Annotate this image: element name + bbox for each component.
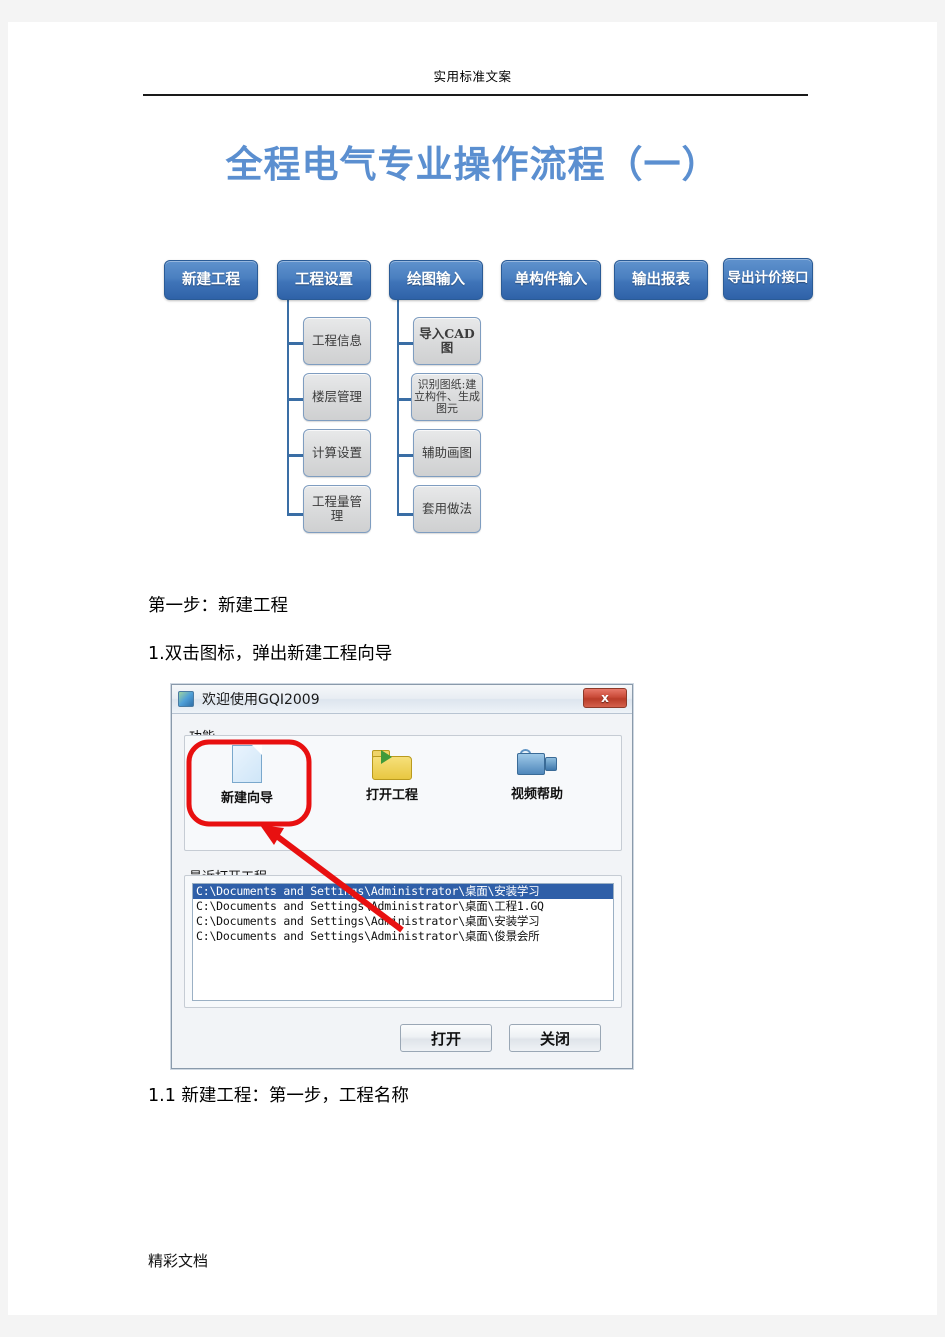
list-item[interactable]: C:\Documents and Settings\Administrator\…: [193, 884, 613, 899]
connector-branch-settings-2: [287, 398, 303, 401]
connector-branch-settings-3: [287, 454, 303, 457]
application-icon: [178, 691, 194, 707]
dialog-titlebar: 欢迎使用GQI2009 x: [172, 685, 632, 714]
function-item-new-wizard[interactable]: 新建向导: [192, 745, 302, 806]
flow-node-identify-drawing[interactable]: 识别图纸:建立构件、生成图元: [411, 373, 483, 421]
flow-node-drawing-input[interactable]: 绘图输入: [389, 260, 483, 300]
close-icon[interactable]: x: [583, 688, 627, 708]
flow-node-assist-drawing[interactable]: 辅助画图: [413, 429, 481, 477]
open-folder-icon: [372, 748, 412, 780]
step-heading: 第一步：新建工程: [148, 596, 288, 616]
document-sheet: 实用标准文案 全程电气专业操作流程（一） 新建工程 工程设置 绘图输入 单构件输…: [8, 22, 937, 1315]
function-item-label: 视频帮助: [510, 787, 563, 802]
function-item-open-project[interactable]: 打开工程: [337, 745, 447, 803]
step-one-one-text: 1.1 新建工程：第一步，工程名称: [148, 1086, 409, 1106]
page-title: 全程电气专业操作流程（一）: [225, 143, 720, 186]
flow-node-floor-management[interactable]: 楼层管理: [303, 373, 371, 421]
function-item-video-help[interactable]: 视频帮助: [482, 745, 592, 802]
list-item[interactable]: C:\Documents and Settings\Administrator\…: [193, 929, 613, 944]
list-item[interactable]: C:\Documents and Settings\Administrator\…: [193, 899, 613, 914]
header-divider: [143, 94, 808, 96]
flow-node-single-component-input[interactable]: 单构件输入: [501, 260, 601, 300]
flow-node-export-pricing-interface[interactable]: 导出计价接口: [723, 258, 813, 300]
close-button[interactable]: 关闭: [509, 1024, 601, 1052]
connector-vertical-settings: [287, 286, 289, 516]
function-item-label: 新建向导: [220, 791, 273, 806]
flow-node-apply-method[interactable]: 套用做法: [413, 485, 481, 533]
workflow-diagram: 新建工程 工程设置 绘图输入 单构件输入 输出报表 导出计价接口 工程信息 楼层…: [158, 254, 838, 544]
flow-node-new-project[interactable]: 新建工程: [164, 260, 258, 300]
step-one-text: 1.双击图标，弹出新建工程向导: [148, 644, 393, 664]
flow-node-quantity-management[interactable]: 工程量管理: [303, 485, 371, 533]
video-camera-icon: [517, 749, 557, 779]
document-page: 实用标准文案 全程电气专业操作流程（一） 新建工程 工程设置 绘图输入 单构件输…: [0, 0, 945, 1337]
connector-branch-drawing-3: [397, 454, 413, 457]
flow-node-output-report[interactable]: 输出报表: [614, 260, 708, 300]
flow-node-calculation-settings[interactable]: 计算设置: [303, 429, 371, 477]
connector-branch-drawing-1: [397, 342, 413, 345]
page-header-text: 实用标准文案: [433, 69, 512, 84]
list-item[interactable]: C:\Documents and Settings\Administrator\…: [193, 914, 613, 929]
recent-projects-list[interactable]: C:\Documents and Settings\Administrator\…: [192, 883, 614, 1001]
connector-branch-settings-4: [287, 513, 303, 516]
connector-vertical-drawing: [397, 286, 399, 516]
page-footer-text: 精彩文档: [148, 1252, 209, 1270]
new-document-icon: [232, 745, 262, 783]
dialog-title: 欢迎使用GQI2009: [202, 692, 320, 708]
function-item-label: 打开工程: [365, 788, 418, 803]
open-button[interactable]: 打开: [400, 1024, 492, 1052]
welcome-dialog: 欢迎使用GQI2009 x 功能 新建向导 打开工程 视频帮助 最近打开工程 C…: [171, 684, 633, 1069]
flow-node-import-cad[interactable]: 导入CAD图: [413, 317, 481, 365]
flow-node-project-info[interactable]: 工程信息: [303, 317, 371, 365]
connector-branch-drawing-4: [397, 513, 413, 516]
flow-node-project-settings[interactable]: 工程设置: [277, 260, 371, 300]
connector-branch-settings-1: [287, 342, 303, 345]
